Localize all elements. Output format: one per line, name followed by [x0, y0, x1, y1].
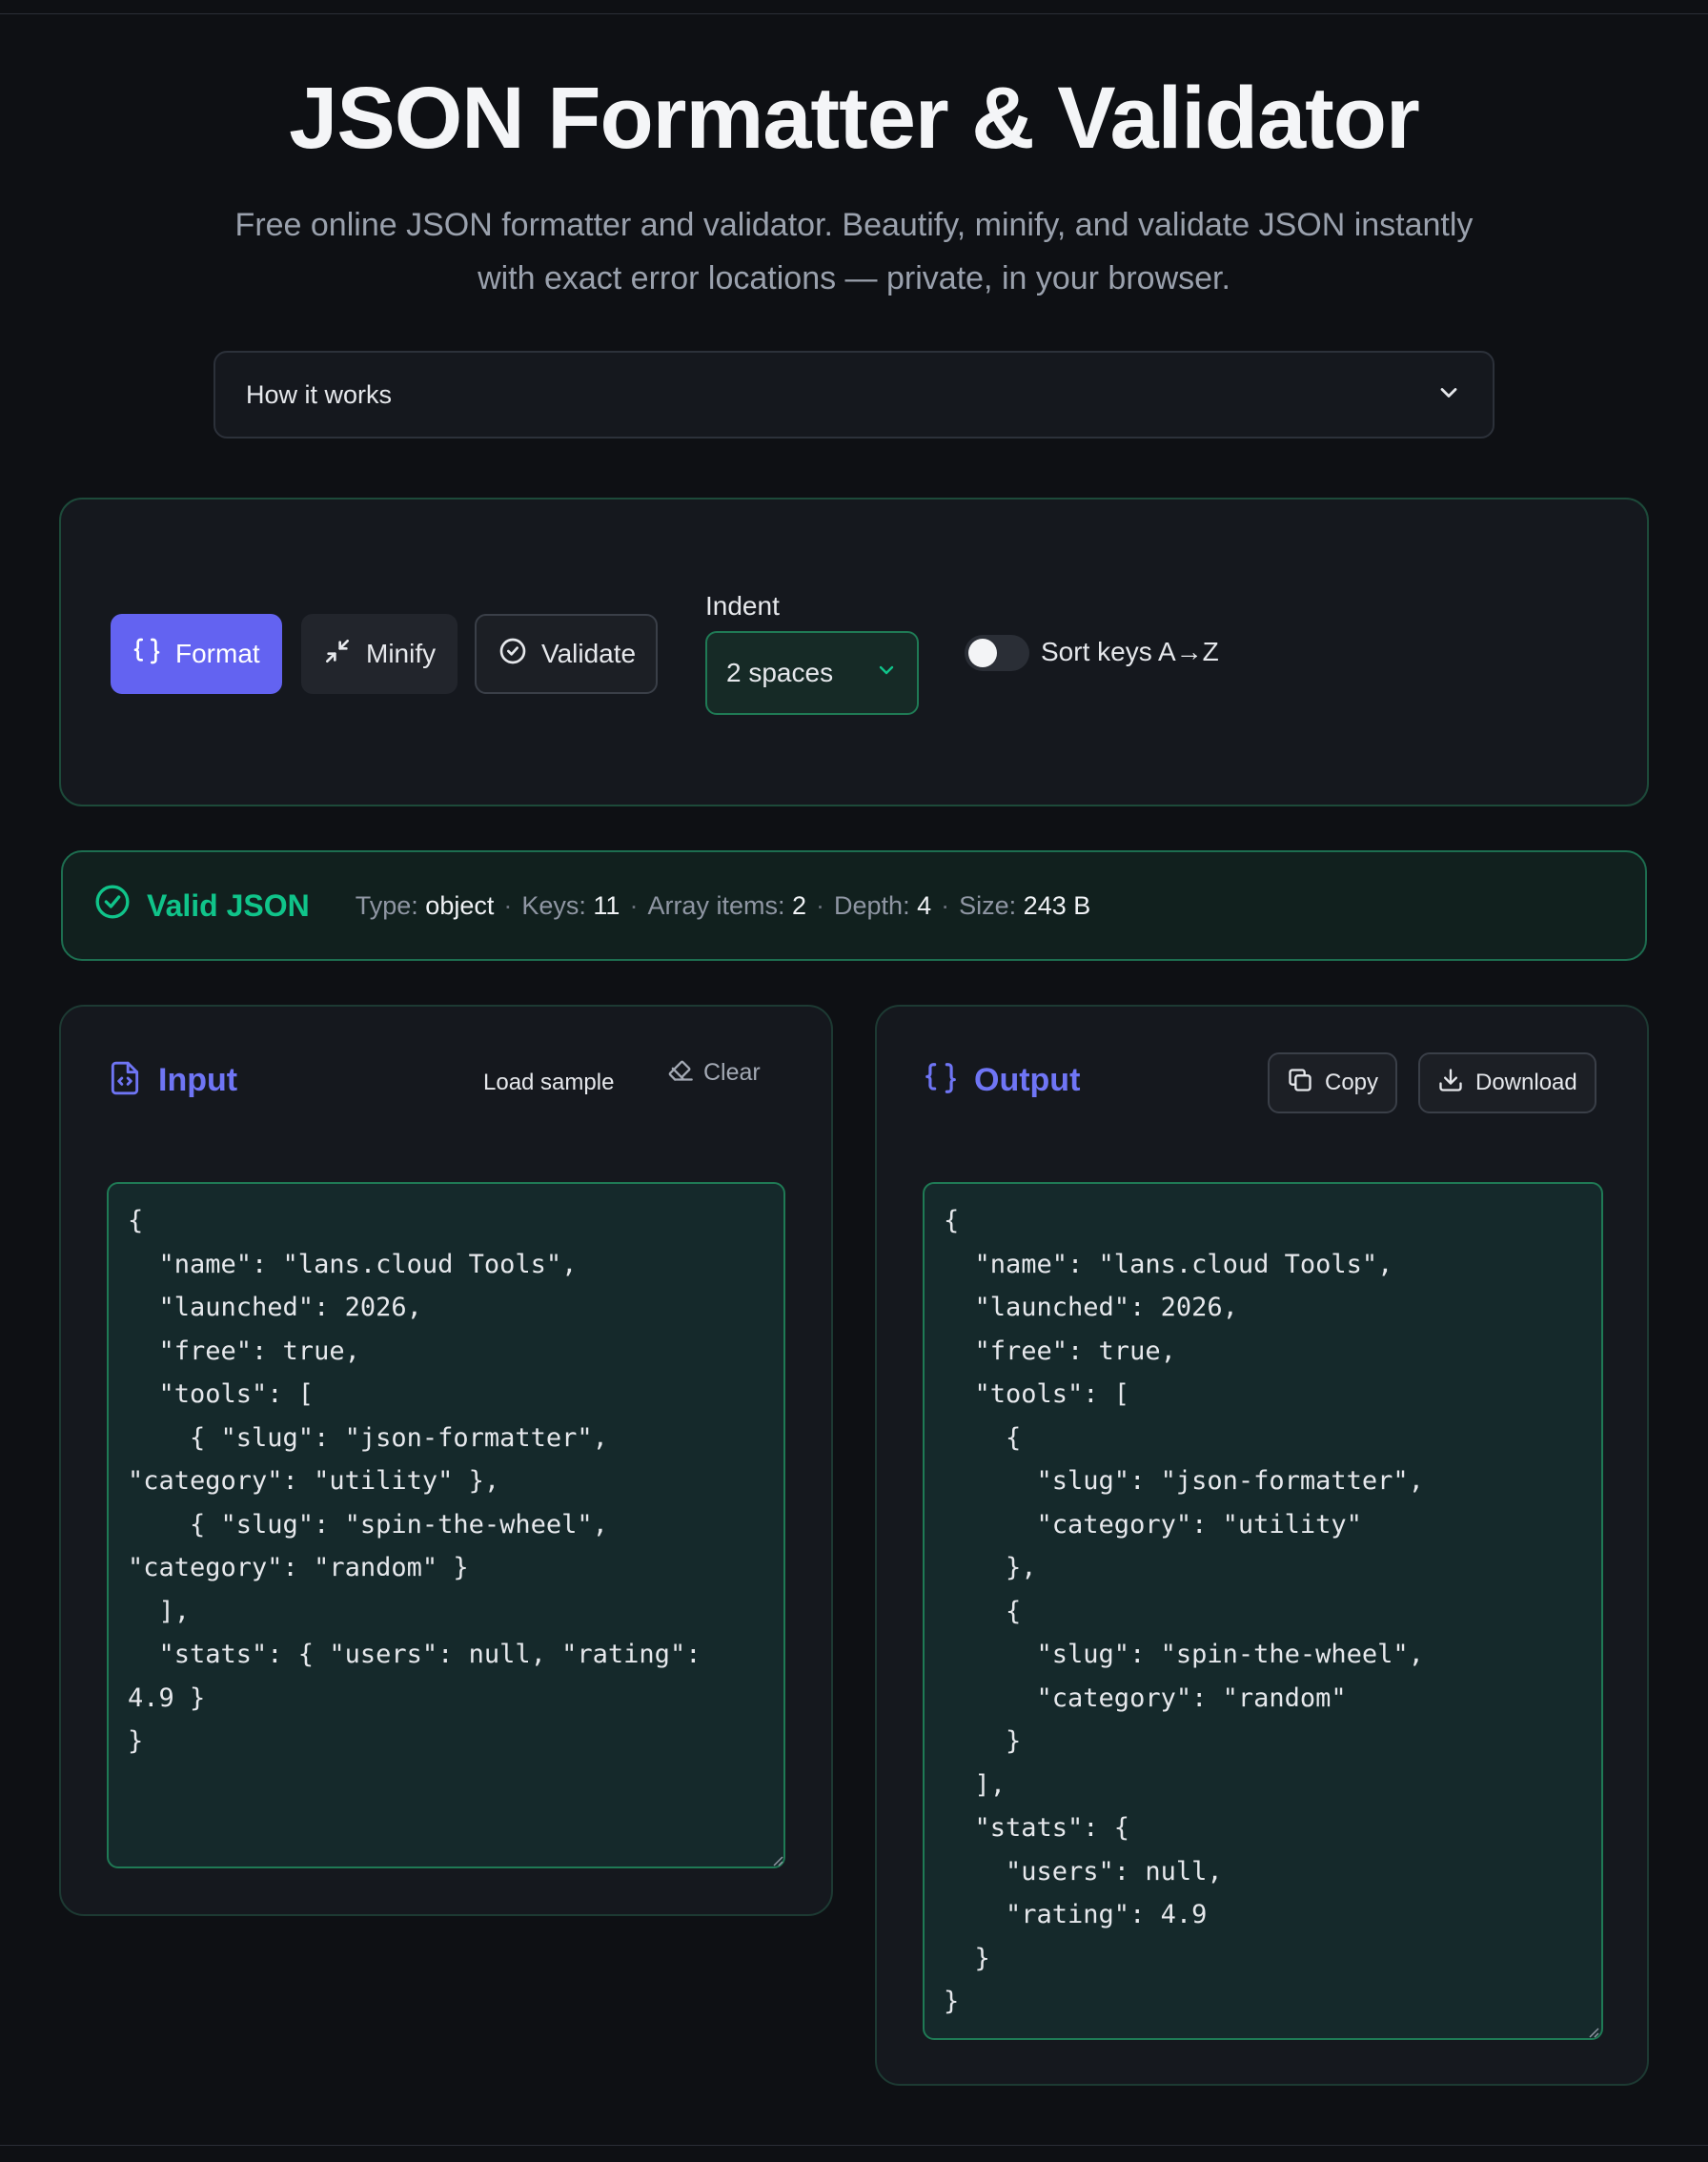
- output-panel: Output Copy Download { "name": "lans.clo…: [875, 1005, 1649, 2086]
- minify-label: Minify: [366, 639, 437, 668]
- size-label: Size:: [959, 890, 1017, 920]
- toggle-knob: [968, 639, 997, 667]
- page-title: JSON Formatter & Validator: [289, 70, 1420, 167]
- check-circle-icon: [93, 883, 132, 928]
- output-header: Output: [923, 1060, 1080, 1101]
- keys-label: Keys:: [521, 890, 586, 920]
- file-code-icon: [107, 1060, 143, 1101]
- size-value: 243 B: [1023, 890, 1091, 920]
- format-label: Format: [175, 639, 260, 668]
- json-stats: Type: object · Keys: 11 · Array items: 2…: [356, 891, 1091, 921]
- sort-keys-toggle[interactable]: [965, 635, 1029, 671]
- download-icon: [1437, 1067, 1464, 1100]
- input-title: Input: [158, 1062, 238, 1098]
- depth-value: 4: [917, 890, 932, 920]
- top-divider: [0, 13, 1708, 14]
- separator: ·: [629, 890, 639, 920]
- resize-handle-icon[interactable]: [770, 1853, 783, 1866]
- check-circle-icon: [498, 636, 528, 673]
- clear-label: Clear: [703, 1059, 761, 1086]
- separator: ·: [503, 890, 513, 920]
- valid-label: Valid JSON: [147, 887, 310, 923]
- keys-value: 11: [593, 890, 620, 920]
- validation-status-bar: Valid JSON Type: object · Keys: 11 · Arr…: [61, 850, 1647, 961]
- how-it-works-label: How it works: [246, 379, 393, 409]
- validate-label: Validate: [541, 639, 637, 668]
- output-title: Output: [974, 1062, 1081, 1098]
- resize-handle-icon[interactable]: [1586, 2025, 1599, 2038]
- type-value: object: [425, 890, 495, 920]
- minify-button[interactable]: Minify: [301, 614, 458, 694]
- download-button[interactable]: Download: [1418, 1052, 1596, 1113]
- chevron-down-icon: [1435, 379, 1462, 411]
- copy-label: Copy: [1325, 1070, 1379, 1095]
- copy-button[interactable]: Copy: [1268, 1052, 1398, 1113]
- separator: ·: [941, 890, 950, 920]
- input-panel: Input Load sample Clear { "name": "lans.…: [59, 1005, 833, 1916]
- array-items-value: 2: [791, 890, 807, 920]
- depth-label: Depth:: [834, 890, 910, 920]
- valid-indicator: Valid JSON: [93, 883, 310, 928]
- download-label: Download: [1475, 1070, 1577, 1095]
- how-it-works-accordion[interactable]: How it works: [214, 351, 1494, 439]
- toolbar-card: Format Minify Validate Indent 2 spaces S…: [59, 498, 1649, 806]
- validate-button[interactable]: Validate: [475, 614, 658, 694]
- braces-icon: [132, 636, 162, 673]
- sort-keys-label: Sort keys A→Z: [1041, 637, 1219, 666]
- copy-icon: [1287, 1067, 1313, 1100]
- minimize-arrows-icon: [322, 636, 353, 673]
- input-header: Input: [107, 1060, 237, 1101]
- bottom-divider: [0, 2145, 1708, 2146]
- braces-icon: [923, 1060, 959, 1101]
- page-subtitle: Free online JSON formatter and validator…: [234, 207, 1474, 296]
- indent-select[interactable]: 2 spaces: [705, 631, 919, 715]
- separator: ·: [816, 890, 825, 920]
- eraser-icon: [667, 1056, 694, 1090]
- array-items-label: Array items:: [647, 890, 785, 920]
- indent-value: 2 spaces: [726, 658, 834, 687]
- type-label: Type:: [355, 890, 418, 920]
- format-button[interactable]: Format: [111, 614, 282, 694]
- chevron-down-icon: [875, 658, 898, 688]
- indent-label: Indent: [705, 591, 780, 621]
- clear-button[interactable]: Clear: [667, 1056, 761, 1090]
- json-input-textarea[interactable]: { "name": "lans.cloud Tools", "launched"…: [107, 1182, 785, 1868]
- load-sample-button[interactable]: Load sample: [483, 1070, 614, 1096]
- json-output-textarea[interactable]: { "name": "lans.cloud Tools", "launched"…: [923, 1182, 1603, 2040]
